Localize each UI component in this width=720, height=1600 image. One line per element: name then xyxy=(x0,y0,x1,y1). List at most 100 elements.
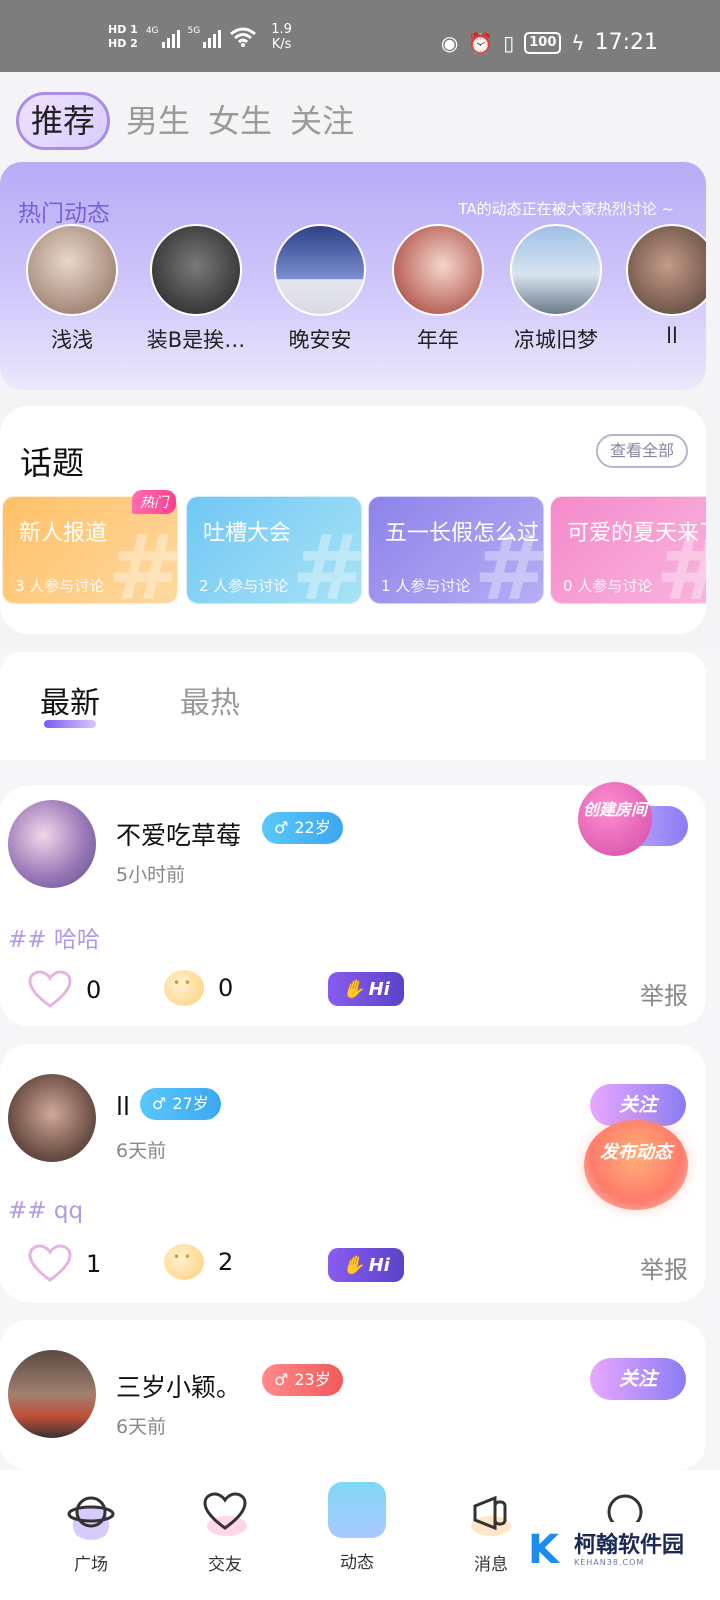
hd1-label: HD 1 xyxy=(108,23,138,36)
charging-icon: ϟ xyxy=(571,30,585,55)
male-icon: ♂ xyxy=(274,1370,289,1389)
like-count: 1 xyxy=(86,1250,102,1278)
hot-dynamics-subtitle: TA的动态正在被大家热烈讨论 ~ xyxy=(458,200,674,218)
tab-male[interactable]: 男生 xyxy=(124,93,192,149)
comment-count: 0 xyxy=(218,974,234,1002)
hot-badge: 热门 xyxy=(132,490,176,514)
hot-dynamics-card: 热门动态 TA的动态正在被大家热烈讨论 ~ 浅浅 装B是挨… 晚安安 年年 凉城… xyxy=(0,162,706,390)
age-badge: ♂ 27岁 xyxy=(140,1088,221,1120)
tab-hottest[interactable]: 最热 xyxy=(180,678,240,722)
topic-name: 吐槽大会 xyxy=(203,521,292,546)
topic-count: 2 人参与讨论 xyxy=(199,577,289,595)
post-author-name[interactable]: 三岁小颖。 xyxy=(116,1368,241,1404)
post-author-name[interactable]: 不爱吃草莓 xyxy=(116,816,241,852)
eye-icon: ◉ xyxy=(440,30,459,55)
watermark-brand: 柯翰软件园 xyxy=(574,1532,685,1558)
vibrate-icon: ▯ xyxy=(503,30,515,55)
dynamics-icon xyxy=(328,1482,386,1538)
comment-bubble-icon xyxy=(164,1244,204,1280)
avatar[interactable] xyxy=(8,800,96,888)
hot-user[interactable]: 晚安安 xyxy=(260,224,380,354)
active-tab-indicator xyxy=(44,720,96,728)
hot-user-list: 浅浅 装B是挨… 晚安安 年年 凉城旧梦 ll xyxy=(0,224,706,354)
hot-user-name: 晚安安 xyxy=(288,328,352,352)
report-button[interactable]: 举报 xyxy=(640,1250,688,1285)
comment-count: 2 xyxy=(218,1248,234,1276)
watermark: K 柯翰软件园 KEHAN38.COM xyxy=(528,1522,708,1578)
topic-card[interactable]: # 五一长假怎么过 1 人参与讨论 xyxy=(368,496,544,604)
hi-label: Hi xyxy=(368,1254,390,1276)
hash-icon: # xyxy=(107,516,178,604)
age-badge: ♂ 22岁 xyxy=(262,812,343,844)
nav-plaza[interactable]: 广场 xyxy=(36,1488,146,1575)
avatar xyxy=(626,224,706,316)
signal-2-label: 5G xyxy=(187,26,201,36)
nav-label: 交友 xyxy=(208,1555,242,1575)
comment-action[interactable]: 0 xyxy=(164,970,233,1006)
status-right: ◉ ⏰ ▯ 100 ϟ 17:21 xyxy=(441,30,658,55)
wifi-icon xyxy=(230,27,257,47)
nav-label: 动态 xyxy=(340,1553,374,1573)
heart-nav-icon xyxy=(199,1488,251,1540)
avatar[interactable] xyxy=(8,1074,96,1162)
avatar[interactable] xyxy=(8,1350,96,1438)
topic-card[interactable]: # 吐槽大会 2 人参与讨论 xyxy=(186,496,362,604)
hot-user[interactable]: 凉城旧梦 xyxy=(496,224,616,354)
topics-title: 话题 xyxy=(20,444,85,482)
age-value: 23岁 xyxy=(294,1370,331,1389)
topic-count: 3 人参与讨论 xyxy=(15,577,105,595)
hash-icon: # xyxy=(291,516,362,604)
alarm-icon: ⏰ xyxy=(468,30,494,55)
report-button[interactable]: 举报 xyxy=(640,976,688,1011)
topic-list: # 新人报道 3 人参与讨论 # 吐槽大会 2 人参与讨论 # 五一长假怎么过 … xyxy=(0,496,706,606)
post-card[interactable]: 三岁小颖。 ♂ 23岁 6天前 关注 xyxy=(0,1320,706,1470)
megaphone-icon xyxy=(465,1488,517,1540)
male-icon: ♂ xyxy=(152,1094,167,1113)
planet-icon xyxy=(65,1488,117,1540)
hot-user[interactable]: 年年 xyxy=(378,224,498,354)
create-room-button[interactable]: 创建房间 xyxy=(578,782,688,856)
signal-1-label: 4G xyxy=(145,26,159,36)
post-tag[interactable]: ## 哈哈 xyxy=(8,920,100,954)
net-speed-unit: K/s xyxy=(271,37,292,52)
like-action[interactable]: 0 xyxy=(28,970,101,1010)
avatar xyxy=(26,224,118,316)
follow-button[interactable]: 关注 xyxy=(590,1358,686,1400)
signal-icon-1: 4G xyxy=(146,26,180,48)
view-all-button[interactable]: 查看全部 xyxy=(595,434,688,468)
hd2-label: HD 2 xyxy=(108,37,138,50)
battery-icon: 100 xyxy=(524,31,562,54)
avatar xyxy=(274,224,366,316)
hot-user[interactable]: 装B是挨… xyxy=(136,224,256,354)
post-time: 6天前 xyxy=(116,1416,167,1438)
status-bar: HD 1 HD 2 4G 5G 1.9 K/s ◉ ⏰ ▯ 100 ϟ 17:2… xyxy=(0,0,720,72)
heart-icon xyxy=(28,970,72,1008)
category-tabs: 推荐 男生 女生 关注 xyxy=(16,92,356,150)
net-speed-value: 1.9 xyxy=(271,22,292,37)
hot-user[interactable]: ll xyxy=(612,224,706,348)
watermark-domain: KEHAN38.COM xyxy=(574,1557,645,1567)
comment-bubble-icon xyxy=(164,970,204,1006)
publish-post-button[interactable]: 发布动态 xyxy=(584,1120,688,1210)
nav-friends[interactable]: 交友 xyxy=(170,1488,280,1575)
nav-dynamics[interactable]: 动态 xyxy=(302,1482,412,1573)
post-tag[interactable]: ## qq xyxy=(8,1198,83,1224)
topic-card[interactable]: # 可爱的夏天来了 0 人参与讨论 xyxy=(550,496,706,604)
topic-count: 0 人参与讨论 xyxy=(563,577,653,595)
hot-user[interactable]: 浅浅 xyxy=(12,224,132,354)
tab-latest[interactable]: 最新 xyxy=(40,678,100,722)
tab-following[interactable]: 关注 xyxy=(288,93,356,149)
like-action[interactable]: 1 xyxy=(28,1244,101,1284)
topic-name: 五一长假怎么过 xyxy=(385,521,540,546)
hd-indicator: HD 1 HD 2 xyxy=(108,23,138,51)
net-speed: 1.9 K/s xyxy=(271,22,292,52)
status-left: HD 1 HD 2 4G 5G 1.9 K/s xyxy=(108,22,292,52)
comment-action[interactable]: 2 xyxy=(164,1244,233,1280)
age-badge: ♂ 23岁 xyxy=(262,1364,343,1396)
hi-button[interactable]: ✋ Hi xyxy=(328,1248,404,1282)
tab-female[interactable]: 女生 xyxy=(206,93,274,149)
hi-label: Hi xyxy=(368,978,390,1000)
hi-button[interactable]: ✋ Hi xyxy=(328,972,404,1006)
tab-recommend[interactable]: 推荐 xyxy=(16,92,111,150)
post-author-name[interactable]: ll xyxy=(116,1092,130,1121)
